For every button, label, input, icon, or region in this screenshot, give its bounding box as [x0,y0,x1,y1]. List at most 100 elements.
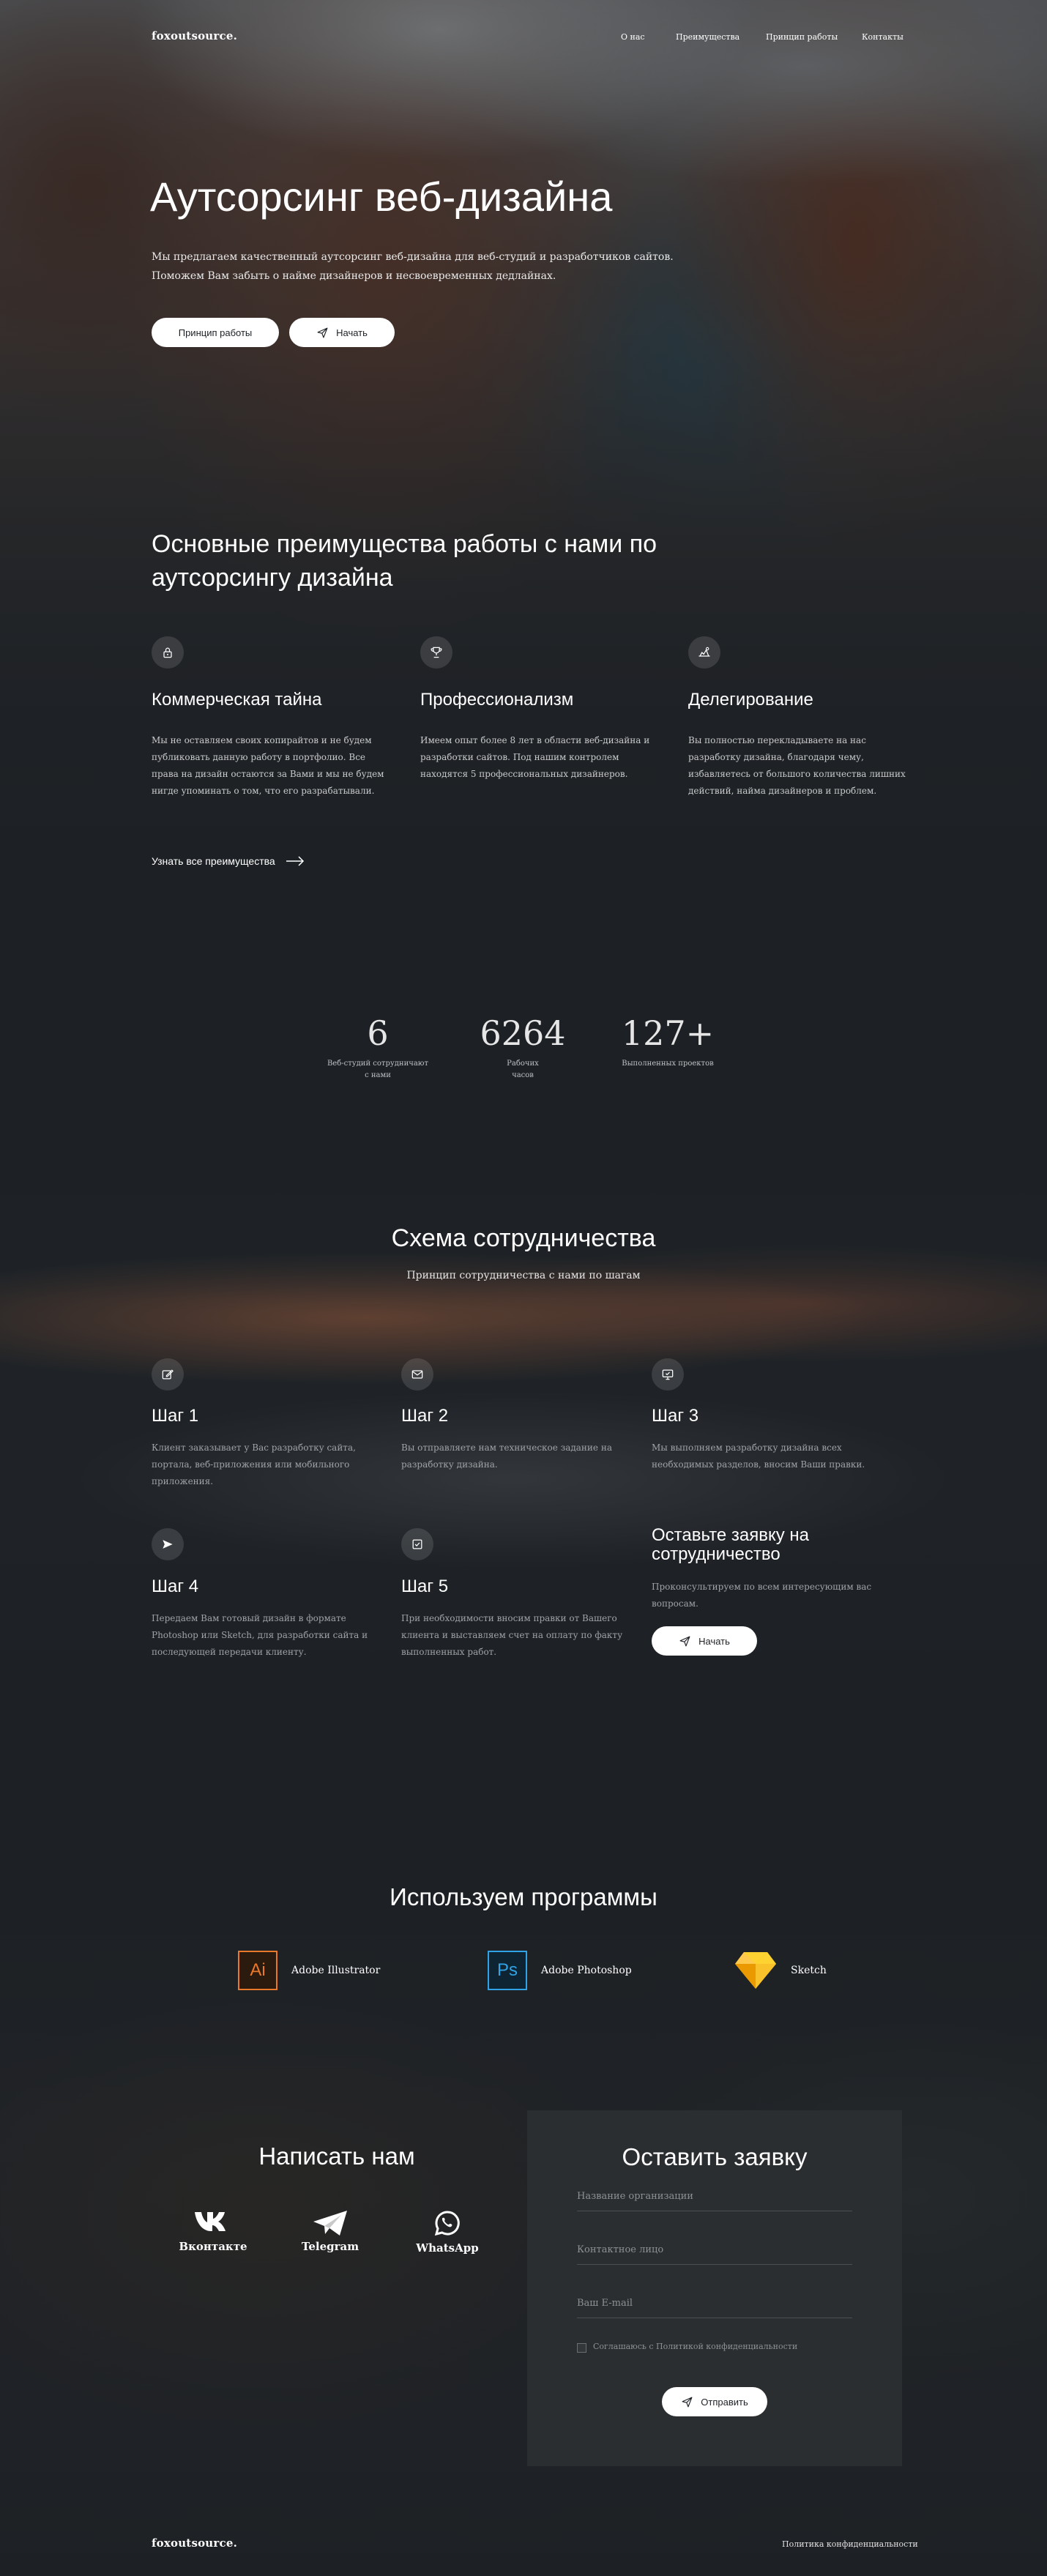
vk-icon [195,2212,226,2231]
nav-how-it-works[interactable]: Принцип работы [766,32,838,42]
contact-person-field[interactable]: Контактное лицо [577,2236,852,2265]
contact-label: WhatsApp [416,2241,479,2255]
lock-icon [152,636,184,669]
text-line: разработку дизайна, благодаря чему, [688,752,864,762]
text-line: Мы не оставляем своих копирайтов и не бу… [152,735,372,745]
title-line: аутсорсингу дизайна [152,564,393,592]
cta-start-button[interactable]: Начать [652,1626,757,1656]
contact-label: Telegram [301,2240,359,2253]
hero-lead: Мы предлагаем качественный аутсорсинг ве… [152,247,811,286]
text-line: необходимых разделов, вносим Ваши правки… [652,1459,865,1470]
button-label: Начать [336,327,368,338]
nav-advantages[interactable]: Преимущества [676,32,739,42]
advantage-text: Имеем опыт более 8 лет в области веб-диз… [420,732,669,783]
program-name: Sketch [791,1965,827,1976]
text-line: При необходимости вносим правки от Вашег… [401,1613,617,1623]
sketch-icon [735,1952,776,1989]
text-line: Вы полностью перекладываете на нас [688,735,866,745]
button-label: Начать [698,1635,730,1647]
how-it-works-button[interactable]: Принцип работы [152,318,279,347]
button-label: Принцип работы [178,327,253,338]
text-line: Передаем Вам готовый дизайн в формате [152,1613,346,1623]
contact-whatsapp[interactable]: WhatsApp [411,2209,484,2255]
label-line: Рабочих [507,1060,539,1068]
step-text: Вы отправляете нам техническое задание н… [401,1440,636,1473]
text-line: публиковать данную работу в портфолио. В… [152,752,366,762]
text-line: последующей передачи клиенту. [152,1647,307,1657]
consent-checkbox[interactable] [577,2343,586,2353]
logo[interactable]: foxoutsource. [152,29,237,42]
text-line: Мы выполняем разработку дизайна всех [652,1443,842,1453]
monitor-check-icon [652,1358,684,1391]
step-title: Шаг 1 [152,1406,199,1426]
send-icon [317,327,328,338]
advantage-text: Мы не оставляем своих копирайтов и не бу… [152,732,400,800]
scheme-title: Схема сотрудничества [391,1224,656,1252]
submit-button[interactable]: Отправить [662,2387,767,2416]
stat-label: Выполненных проектов [602,1058,734,1070]
organization-field[interactable]: Название организации [577,2182,852,2211]
text-line: разработку дизайна. [401,1459,498,1470]
text-line: приложения. [152,1476,214,1486]
mail-icon [401,1358,433,1391]
text-line: Проконсультируем по всем интересующим ва… [652,1582,872,1592]
label-line: с нами [365,1071,391,1079]
step-text: Мы выполняем разработку дизайна всех нео… [652,1440,886,1473]
step-title: Шаг 4 [152,1577,199,1596]
scheme-subtitle: Принцип сотрудничества с нами по шагам [406,1270,641,1281]
form-title: Оставить заявку [622,2143,808,2170]
text-line: нигде упоминать о том, что его разрабаты… [152,786,375,796]
text-line: Вы отправляете нам техническое задание н… [401,1443,612,1453]
program-name: Adobe Illustrator [291,1965,381,1976]
label-line: Выполненных проектов [622,1060,714,1068]
request-form: Оставить заявку Название организации Кон… [527,2110,902,2466]
step-title: Шаг 2 [401,1406,449,1426]
privacy-policy-link[interactable]: Политика конфиденциальности [782,2539,918,2549]
title-line: сотрудничество [652,1544,780,1564]
text-line: находятся 5 профессиональных дизайнеров. [420,769,628,779]
cta-title: Оставьте заявку на сотрудничество [652,1526,809,1564]
label-line: Веб-студий сотрудничают [327,1060,429,1068]
text-line: клиента и выставляем счет на оплату по ф… [401,1630,623,1640]
footer-logo[interactable]: foxoutsource. [152,2536,237,2550]
contacts-title: Написать нам [258,2143,415,2170]
hero-background [0,0,1047,952]
telegram-icon [313,2211,347,2236]
email-field[interactable]: Ваш E-mail [577,2289,852,2318]
stat-value: 6 [367,1013,389,1053]
trophy-icon [420,636,452,669]
program-name: Adobe Photoshop [541,1965,632,1976]
start-button[interactable]: Начать [289,318,395,347]
text-line: выполненных работ. [401,1647,497,1657]
text-line: портала, веб-приложения или мобильного [152,1459,350,1470]
title-line: Оставьте заявку на [652,1525,809,1545]
text-line: разработки сайтов. Под нашим контролем [420,752,619,762]
advantage-title: Профессионализм [420,690,574,710]
advantages-title: Основные преимущества работы с нами по а… [152,527,811,595]
step-text: Передаем Вам готовый дизайн в формате Ph… [152,1610,386,1661]
all-advantages-link[interactable]: Узнать все преимущества [152,855,305,867]
button-label: Отправить [701,2396,748,2408]
illustrator-icon: Ai [238,1951,277,1990]
text-line: действий, найма дизайнеров и проблем. [688,786,877,796]
step-title: Шаг 5 [401,1577,449,1596]
checkbox-icon [401,1528,433,1560]
nav-about[interactable]: О нас [621,32,645,42]
stat-value: 6264 [480,1013,566,1053]
advantage-title: Делегирование [688,690,813,710]
stat-value: 127+ [621,1013,715,1053]
text-line: права на дизайн остаются за Вами и мы не… [152,769,384,779]
text-line: вопросам. [652,1598,698,1609]
contact-label: Вконтакте [179,2240,247,2253]
arrow-right-icon [286,856,304,866]
step-text: При необходимости вносим правки от Вашег… [401,1610,636,1661]
step-title: Шаг 3 [652,1406,699,1426]
nav-contacts[interactable]: Контакты [862,32,903,42]
label-line: часов [512,1071,534,1079]
send-icon [682,2397,693,2407]
hero-title: Аутсорсинг веб-дизайна [150,174,613,220]
edit-icon [152,1358,184,1391]
advantage-text: Вы полностью перекладываете на нас разра… [688,732,937,800]
contact-vk[interactable]: Вконтакте [176,2209,250,2253]
contact-telegram[interactable]: Telegram [294,2209,367,2253]
